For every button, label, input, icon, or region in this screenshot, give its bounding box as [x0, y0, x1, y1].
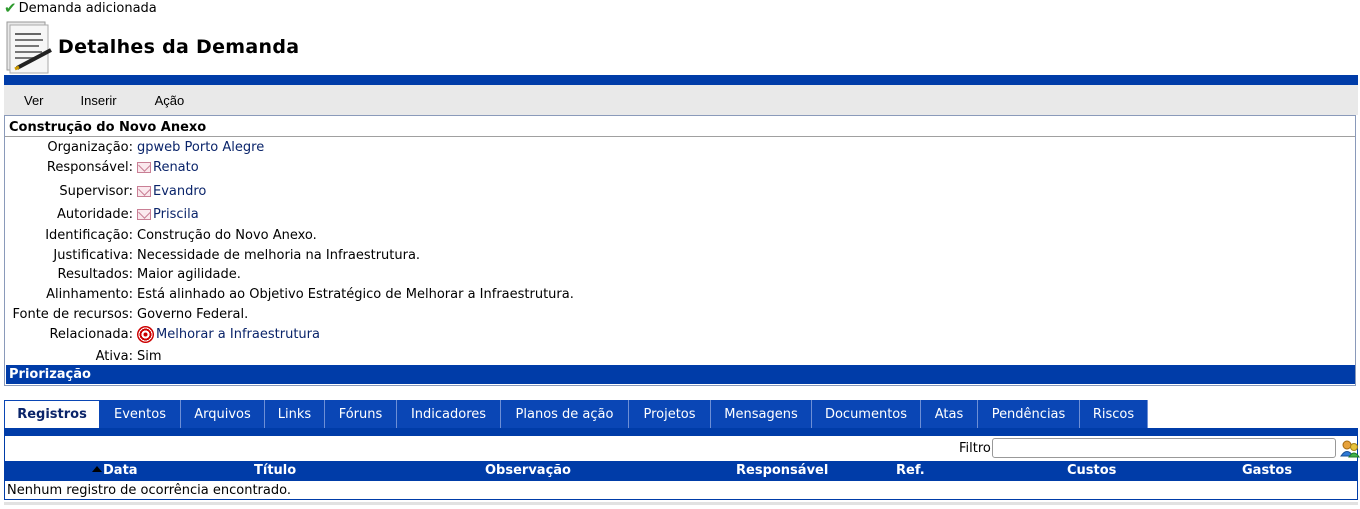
field-value-link[interactable]: Melhorar a Infraestrutura: [156, 327, 320, 342]
field-label: Ativa:: [95, 348, 133, 364]
field-value-link[interactable]: Evandro: [153, 184, 206, 199]
project-title: Construção do Novo Anexo: [9, 120, 207, 135]
tab-mensagens[interactable]: Mensagens: [711, 400, 812, 428]
header-divider: [4, 75, 1358, 85]
field-responsavel: Responsável: Renato: [5, 157, 1305, 178]
tab-indicadores[interactable]: Indicadores: [397, 400, 501, 428]
tab-content-border: [4, 428, 1358, 436]
mail-icon[interactable]: [137, 185, 151, 197]
menu-ver[interactable]: Ver: [24, 93, 44, 108]
field-justificativa: Justificativa: Necessidade de melhoria n…: [5, 245, 1305, 265]
field-value: Sim: [137, 348, 162, 364]
col-responsavel[interactable]: Responsável: [736, 463, 828, 478]
col-ref[interactable]: Ref.: [896, 463, 925, 478]
field-ativa: Ativa: Sim: [5, 346, 1305, 366]
tab-planos-de-acao[interactable]: Planos de ação: [501, 400, 629, 428]
checkmark-icon: ✔: [4, 0, 17, 17]
document-pen-icon: [5, 20, 53, 74]
details-panel: Construção do Novo Anexo Organização: gp…: [4, 115, 1356, 386]
success-notice: ✔ Demanda adicionada: [4, 0, 157, 17]
tab-pendencias[interactable]: Pendências: [978, 400, 1080, 428]
field-value-link[interactable]: gpweb Porto Alegre: [137, 140, 264, 155]
field-label: Relacionada:: [49, 326, 133, 342]
field-fonte-recursos: Fonte de recursos: Governo Federal.: [5, 304, 1305, 324]
field-organizacao: Organização: gpweb Porto Alegre: [5, 137, 1305, 157]
field-label: Organização:: [47, 139, 133, 155]
page-header: Detalhes da Demanda: [5, 19, 299, 74]
col-observacao[interactable]: Observação: [485, 463, 571, 478]
table-header: Data Título Observação Responsável Ref. …: [4, 461, 1358, 481]
page-title: Detalhes da Demanda: [58, 35, 300, 58]
tab-eventos[interactable]: Eventos: [100, 400, 181, 428]
field-label: Justificativa:: [53, 247, 133, 263]
menu-acao[interactable]: Ação: [155, 93, 185, 108]
filter-input[interactable]: [992, 438, 1336, 458]
priorizacao-section-header[interactable]: Priorização: [6, 365, 1355, 384]
mail-icon[interactable]: [137, 162, 151, 173]
tab-registros[interactable]: Registros: [4, 400, 100, 428]
menu-bar: Ver Inserir Ação: [4, 85, 1358, 115]
filter-bar: Filtro: [4, 436, 1360, 461]
sort-asc-icon[interactable]: [92, 466, 102, 472]
empty-message: Nenhum registro de ocorrência encontrado…: [4, 481, 1358, 500]
field-label: Fonte de recursos:: [12, 306, 134, 322]
field-value: Maior agilidade.: [137, 266, 241, 282]
tab-links[interactable]: Links: [265, 400, 325, 428]
field-label: Identificação:: [45, 227, 133, 243]
field-resultados: Resultados: Maior agilidade.: [5, 264, 1305, 284]
col-custos[interactable]: Custos: [1067, 463, 1116, 478]
field-value: Necessidade de melhoria na Infraestrutur…: [137, 247, 421, 263]
mail-icon[interactable]: [137, 208, 151, 220]
col-data[interactable]: Data: [103, 463, 138, 478]
tab-arquivos[interactable]: Arquivos: [181, 400, 265, 428]
field-value: Construção do Novo Anexo.: [137, 227, 317, 243]
notice-text: Demanda adicionada: [18, 1, 157, 16]
field-label: Responsável:: [46, 160, 133, 175]
field-alinhamento: Alinhamento: Está alinhado ao Objetivo E…: [5, 284, 1305, 304]
field-supervisor: Supervisor: Evandro: [5, 180, 1305, 202]
tab-projetos[interactable]: Projetos: [629, 400, 711, 428]
tab-documentos[interactable]: Documentos: [812, 400, 921, 428]
filter-label: Filtro: [959, 441, 991, 456]
field-value-link[interactable]: Renato: [153, 160, 199, 175]
field-label: Alinhamento:: [46, 286, 133, 302]
field-value-link[interactable]: Priscila: [153, 207, 199, 222]
field-label: Supervisor:: [59, 183, 133, 199]
tab-foruns[interactable]: Fóruns: [325, 400, 397, 428]
col-gastos[interactable]: Gastos: [1242, 463, 1292, 478]
menu-inserir[interactable]: Inserir: [81, 93, 117, 108]
users-filter-icon[interactable]: [1340, 439, 1360, 458]
tab-riscos[interactable]: Riscos: [1080, 400, 1148, 428]
tab-bar: Registros Eventos Arquivos Links Fóruns …: [4, 400, 1148, 428]
tab-atas[interactable]: Atas: [921, 400, 978, 428]
field-value: Governo Federal.: [137, 306, 249, 322]
field-value: Está alinhado ao Objetivo Estratégico de…: [137, 286, 574, 302]
field-relacionada: Relacionada: Melhorar a Infraestrutura: [5, 323, 1305, 345]
col-titulo[interactable]: Título: [254, 463, 296, 478]
field-label: Autoridade:: [57, 206, 133, 222]
table-shadow: [4, 502, 1358, 505]
target-icon: [137, 325, 154, 343]
field-label: Resultados:: [57, 266, 134, 282]
field-autoridade: Autoridade: Priscila: [5, 203, 1305, 225]
field-identificacao: Identificação: Construção do Novo Anexo.: [5, 225, 1305, 245]
